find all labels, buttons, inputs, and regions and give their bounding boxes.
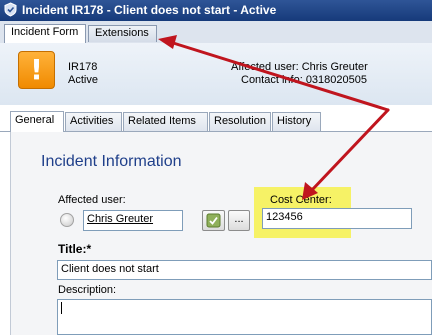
arrow-to-cost-center-line [310,108,390,192]
annotation-arrows [158,35,390,200]
arrowhead-extensions-icon [158,35,177,49]
arrow-to-extensions-line [168,40,390,112]
